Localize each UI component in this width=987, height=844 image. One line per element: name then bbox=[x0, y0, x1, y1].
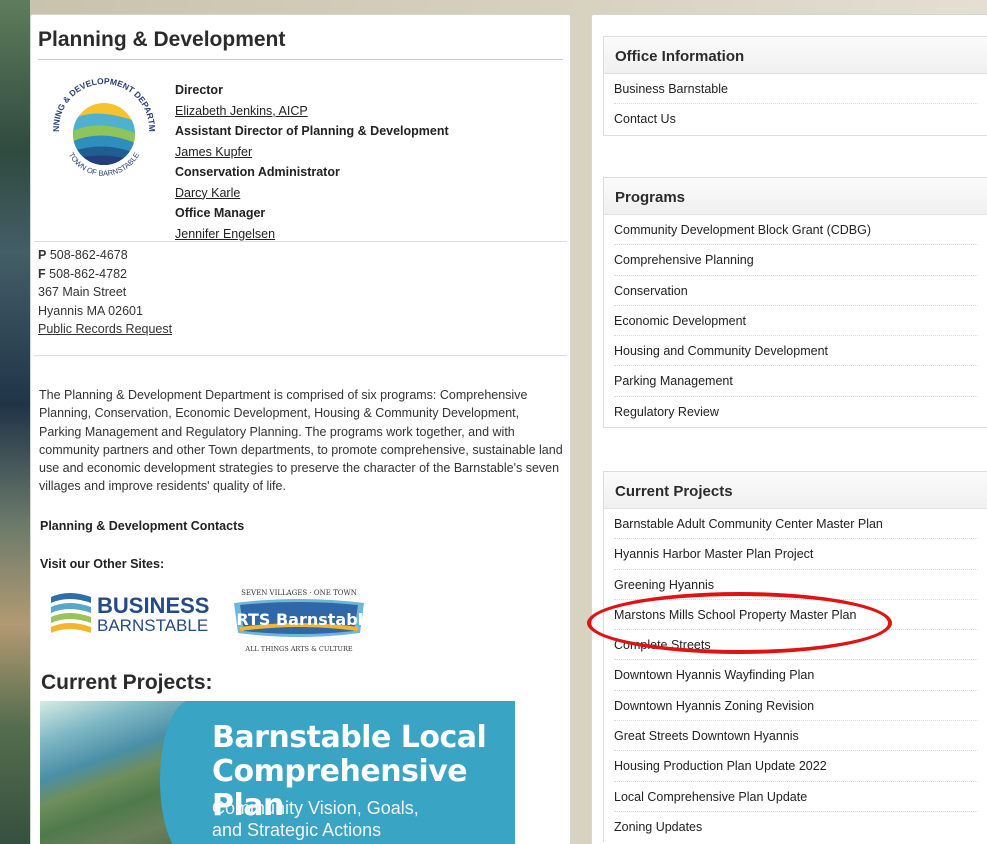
comprehensive-plan-banner[interactable]: Barnstable Local Comprehensive Plan Comm… bbox=[40, 701, 515, 844]
sidebar-panel: Office Information Business Barnstable C… bbox=[591, 14, 987, 844]
sidebar-link[interactable]: Regulatory Review bbox=[614, 397, 978, 427]
department-logo: PLANNING & DEVELOPMENT DEPARTMENT TOWN O… bbox=[45, 67, 157, 178]
sidebar-link[interactable]: Complete Streets bbox=[614, 630, 978, 661]
banner-subtitle: Community Vision, Goals, and Strategic A… bbox=[212, 798, 419, 840]
banner-divider bbox=[160, 701, 220, 844]
current-projects-box: Current Projects Barnstable Adult Commun… bbox=[603, 471, 987, 843]
divider bbox=[34, 241, 567, 242]
sidebar-link[interactable]: Housing and Community Development bbox=[614, 336, 978, 367]
sidebar-link[interactable]: Zoning Updates bbox=[614, 812, 978, 842]
staff-name-link[interactable]: Darcy Karle bbox=[175, 186, 240, 200]
sidebar-link[interactable]: Downtown Hyannis Wayfinding Plan bbox=[614, 660, 978, 691]
staff-name-link[interactable]: James Kupfer bbox=[175, 145, 252, 159]
sidebar-link[interactable]: Local Comprehensive Plan Update bbox=[614, 782, 978, 812]
box-title: Programs bbox=[604, 178, 987, 215]
visit-other-sites-label: Visit our Other Sites: bbox=[40, 557, 165, 571]
sidebar-link[interactable]: Business Barnstable bbox=[614, 74, 978, 105]
svg-text:BUSINESS: BUSINESS bbox=[97, 593, 209, 618]
staff-role: Office Manager bbox=[175, 206, 266, 220]
svg-text:BARNSTABLE: BARNSTABLE bbox=[97, 616, 208, 635]
business-barnstable-logo[interactable]: BUSINESS BARNSTABLE bbox=[49, 585, 219, 641]
fax-line: F 508-862-4782 bbox=[38, 266, 127, 281]
staff-name-link[interactable]: Jennifer Engelsen bbox=[175, 227, 275, 241]
sidebar-link[interactable]: Downtown Hyannis Zoning Revision bbox=[614, 691, 978, 722]
sidebar-link[interactable]: Economic Development bbox=[614, 306, 978, 337]
page-title: Planning & Development bbox=[38, 28, 286, 51]
sidebar-link[interactable]: Marstons Mills School Property Master Pl… bbox=[614, 600, 978, 631]
programs-box: Programs Community Development Block Gra… bbox=[603, 177, 987, 429]
sidebar-link[interactable]: Conservation bbox=[614, 276, 978, 306]
sidebar-link[interactable]: Great Streets Downtown Hyannis bbox=[614, 721, 978, 752]
divider bbox=[34, 355, 567, 356]
sidebar-link[interactable]: Barnstable Adult Community Center Master… bbox=[614, 509, 978, 540]
svg-text:ALL THINGS ARTS & CULTURE: ALL THINGS ARTS & CULTURE bbox=[244, 645, 352, 653]
city-address: Hyannis MA 02601 bbox=[38, 303, 143, 318]
phone-line: P 508-862-4678 bbox=[38, 248, 128, 262]
contact-info: P 508-862-4678 F 508-862-4782 367 Main S… bbox=[38, 246, 172, 339]
background-photo bbox=[0, 0, 30, 844]
contacts-link[interactable]: Planning & Development Contacts bbox=[40, 519, 244, 533]
box-title: Office Information bbox=[604, 37, 987, 74]
staff-list: Director Elizabeth Jenkins, AICP Assista… bbox=[175, 80, 449, 244]
main-content-panel: Planning & Development PLANNING & DEVELO… bbox=[30, 14, 571, 844]
divider bbox=[38, 59, 563, 60]
sidebar-link[interactable]: Parking Management bbox=[614, 366, 978, 397]
arts-barnstable-logo[interactable]: SEVEN VILLAGES · ONE TOWN ARTS Barnstabl… bbox=[224, 585, 374, 660]
staff-role: Conservation Administrator bbox=[175, 165, 340, 179]
svg-text:ARTS Barnstable: ARTS Barnstable bbox=[224, 610, 374, 629]
street-address: 367 Main Street bbox=[38, 285, 127, 299]
svg-text:SEVEN VILLAGES · ONE TOWN: SEVEN VILLAGES · ONE TOWN bbox=[241, 589, 357, 597]
staff-role: Assistant Director of Planning & Develop… bbox=[175, 124, 449, 138]
sidebar-link[interactable]: Contact Us bbox=[614, 104, 978, 134]
public-records-link[interactable]: Public Records Request bbox=[38, 322, 172, 336]
sidebar-link[interactable]: Housing Production Plan Update 2022 bbox=[614, 751, 978, 782]
department-description: The Planning & Development Department is… bbox=[39, 388, 563, 494]
sidebar-link[interactable]: Community Development Block Grant (CDBG) bbox=[614, 215, 978, 246]
staff-name-link[interactable]: Elizabeth Jenkins, AICP bbox=[175, 104, 308, 118]
staff-role: Director bbox=[175, 83, 223, 97]
sidebar-link[interactable]: Comprehensive Planning bbox=[614, 245, 978, 276]
current-projects-heading: Current Projects: bbox=[41, 671, 213, 694]
sidebar-link[interactable]: Hyannis Harbor Master Plan Project bbox=[614, 539, 978, 570]
office-information-box: Office Information Business Barnstable C… bbox=[603, 36, 987, 136]
box-title: Current Projects bbox=[604, 472, 987, 509]
sidebar-link[interactable]: Greening Hyannis bbox=[614, 570, 978, 600]
